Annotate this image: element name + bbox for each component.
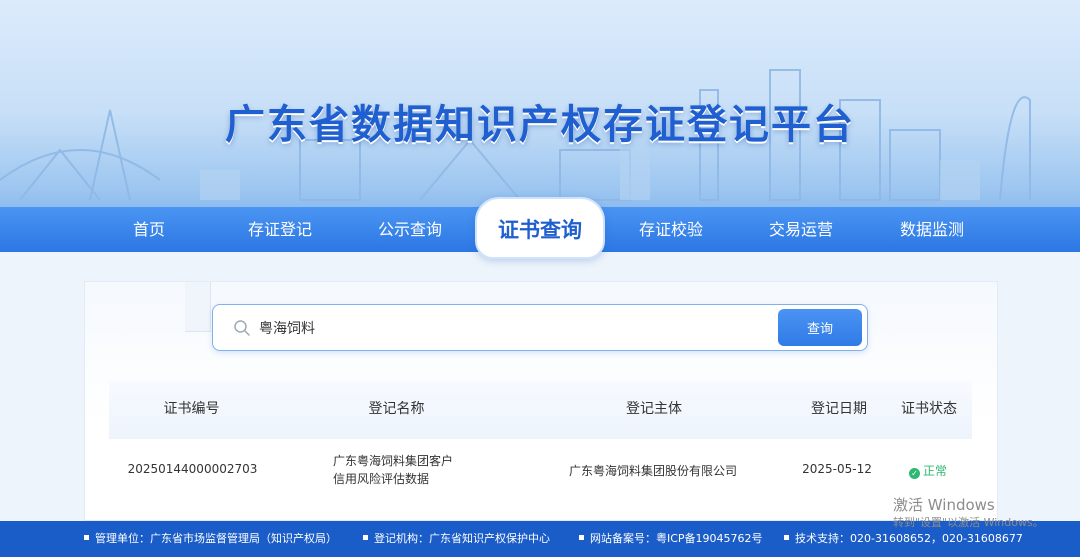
column-header-status: 证书状态 <box>901 401 957 417</box>
column-header-date: 登记日期 <box>811 401 867 417</box>
nav-item-public-query[interactable]: 公示查询 <box>345 207 475 252</box>
status-text: 正常 <box>923 464 948 478</box>
bullet-icon <box>784 535 789 540</box>
bullet-icon <box>84 535 89 540</box>
registration-name-line1: 广东粤海饲料集团客户 <box>333 454 454 468</box>
watermark-line2: 转到"设置"以激活 Windows。 <box>893 516 1044 529</box>
footer-item-registrar: 登记机构：广东省知识产权保护中心 <box>363 521 550 557</box>
nav-item-evidence-registration[interactable]: 存证登记 <box>215 207 345 252</box>
cert-number: 20250144000002703 <box>127 462 258 476</box>
main-nav: 首页 存证登记 公示查询 证书查询 存证校验 交易运营 数据监测 <box>0 197 1080 259</box>
check-circle-icon: ✓ <box>909 468 920 479</box>
search-input[interactable] <box>259 315 759 341</box>
panel-tab-decoration <box>185 282 211 332</box>
column-header-name: 登记名称 <box>368 401 425 417</box>
registration-subject: 广东粤海饲料集团股份有限公司 <box>568 464 737 478</box>
footer-text-management: 管理单位：广东省市场监督管理局（知识产权局） <box>95 532 337 545</box>
bullet-icon <box>363 535 368 540</box>
nav-item-data-monitoring[interactable]: 数据监测 <box>867 207 997 252</box>
nav-item-trade-operation[interactable]: 交易运营 <box>736 207 866 252</box>
footer-text-icp[interactable]: 网站备案号：粤ICP备19045762号 <box>590 532 763 545</box>
footer-item-management: 管理单位：广东省市场监督管理局（知识产权局） <box>84 521 337 557</box>
search-icon <box>234 320 250 336</box>
nav-item-certificate-query[interactable]: 证书查询 <box>475 197 605 259</box>
column-header-cert-no: 证书编号 <box>163 401 220 417</box>
nav-item-home[interactable]: 首页 <box>84 207 214 252</box>
footer-item-icp[interactable]: 网站备案号：粤ICP备19045762号 <box>579 521 763 557</box>
column-header-subject: 登记主体 <box>626 401 682 417</box>
search-bar: 查询 <box>212 304 868 351</box>
footer-text-registrar: 登记机构：广东省知识产权保护中心 <box>374 532 550 545</box>
windows-activation-watermark: 激活 Windows 转到"设置"以激活 Windows。 <box>893 497 1044 531</box>
watermark-line1: 激活 Windows <box>893 496 995 514</box>
nav-item-evidence-verification[interactable]: 存证校验 <box>606 207 736 252</box>
status-badge: ✓ 正常 <box>909 462 947 479</box>
registration-date: 2025-05-12 <box>802 462 872 476</box>
results-table-header: 证书编号 登记名称 登记主体 登记日期 证书状态 <box>109 381 972 439</box>
registration-name: 广东粤海饲料集团客户 信用风险评估数据 <box>333 452 483 488</box>
search-button[interactable]: 查询 <box>778 309 862 346</box>
bullet-icon <box>579 535 584 540</box>
footer-text-support: 技术支持：020-31608652，020-31608677 <box>795 532 1023 545</box>
registration-name-line2: 信用风险评估数据 <box>333 472 430 486</box>
platform-title: 广东省数据知识产权存证登记平台 <box>225 102 855 148</box>
